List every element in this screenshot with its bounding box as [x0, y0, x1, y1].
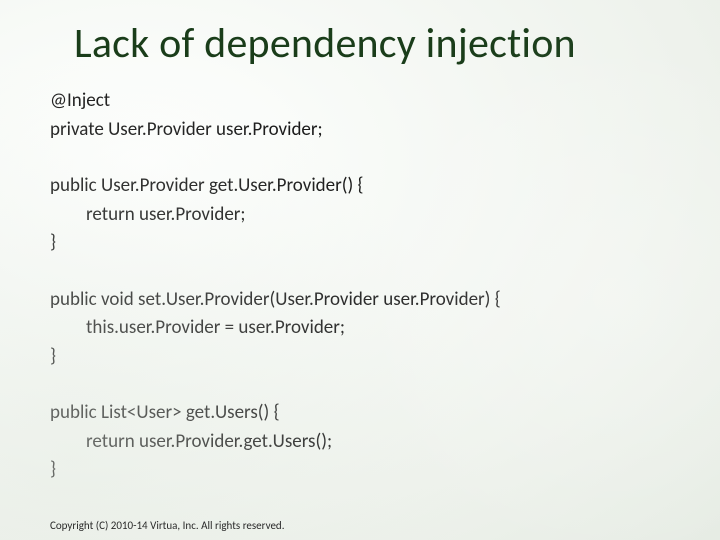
slide-title: Lack of dependency injection — [74, 18, 670, 69]
code-line-getter-open: public User.Provider get.User.Provider()… — [50, 172, 670, 201]
code-line-setter-open: public void set.User.Provider(User.Provi… — [50, 286, 670, 315]
code-line-field: private User.Provider user.Provider; — [50, 116, 670, 145]
code-line-getter-body: return user.Provider; — [86, 201, 670, 230]
blank-line — [50, 258, 670, 286]
copyright-text: Copyright (C) 2010-14 Virtua, Inc. All r… — [50, 519, 284, 532]
code-line-getter-close: } — [50, 229, 670, 258]
code-line-setter-body: this.user.Provider = user.Provider; — [86, 314, 670, 343]
code-line-annotation: @Inject — [50, 87, 670, 116]
blank-line — [50, 144, 670, 172]
code-line-setter-close: } — [50, 343, 670, 372]
code-block: @Inject private User.Provider user.Provi… — [50, 87, 670, 485]
code-line-getusers-open: public List<User> get.Users() { — [50, 399, 670, 428]
code-line-getusers-close: } — [50, 456, 670, 485]
code-line-getusers-body: return user.Provider.get.Users(); — [86, 428, 670, 457]
blank-line — [50, 371, 670, 399]
slide-container: Lack of dependency injection @Inject pri… — [0, 0, 720, 540]
